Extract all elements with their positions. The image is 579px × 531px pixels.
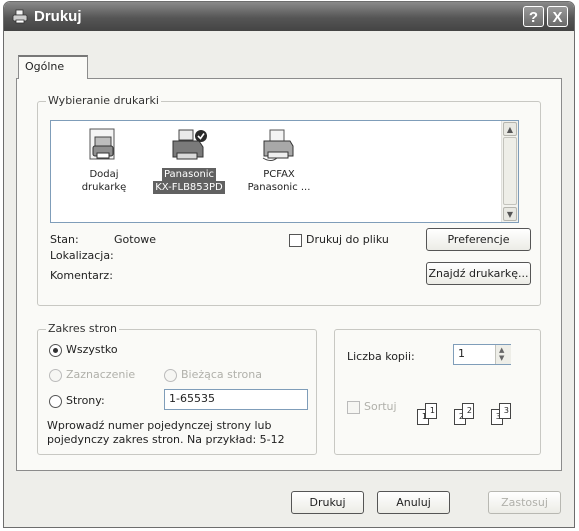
print-to-file-label[interactable]: Drukuj do pliku (306, 233, 389, 246)
print-to-file-checkbox[interactable] (289, 234, 302, 247)
copies-spinner[interactable]: ▲ ▼ (495, 345, 511, 364)
status-label: Stan: (50, 233, 79, 246)
range-current-page-label[interactable]: Bieżąca strona (181, 368, 262, 381)
spin-down-icon[interactable]: ▼ (499, 354, 504, 362)
general-tab-panel: Wybieranie drukarki Dodaj drukarkę Panas… (16, 78, 562, 471)
printer-list-scrollbar[interactable]: ▲ ▼ (501, 121, 518, 222)
printer-item-add[interactable]: Dodaj drukarkę (58, 127, 150, 194)
title-bar[interactable]: Drukuj ? X (4, 2, 574, 31)
printer-item-add-label: Dodaj drukarkę (81, 169, 127, 193)
printer-title-icon (12, 9, 28, 24)
find-printer-button[interactable]: Znajdź drukarkę... (426, 262, 531, 285)
add-printer-icon (89, 128, 115, 160)
collate-checkbox[interactable] (347, 401, 360, 414)
window-title: Drukuj (34, 8, 82, 25)
help-button[interactable]: ? (523, 6, 544, 27)
location-label: Lokalizacja: (50, 249, 114, 262)
scroll-thumb[interactable] (503, 137, 517, 205)
range-all-radio[interactable] (49, 344, 62, 357)
scroll-up-icon[interactable]: ▲ (503, 122, 517, 136)
collate-label[interactable]: Sortuj (364, 400, 397, 413)
status-value: Gotowe (114, 233, 157, 246)
copies-group: Liczba kopii: 1 ▲ ▼ Sortuj 1 1 2 2 3 3 (334, 329, 541, 455)
print-dialog: Drukuj ? X Ogólne Wybieranie drukarki Do… (3, 1, 575, 528)
printer-icon (262, 129, 294, 161)
cancel-button[interactable]: Anuluj (377, 491, 450, 514)
default-printer-icon (172, 129, 207, 160)
print-button[interactable]: Drukuj (291, 491, 364, 514)
page-range-group: Zakres stron Wszystko Zaznaczenie Bieżąc… (37, 322, 317, 455)
pages-input[interactable]: 1-65535 (164, 389, 308, 410)
range-all-label[interactable]: Wszystko (66, 343, 118, 356)
range-selection-label[interactable]: Zaznaczenie (66, 368, 135, 381)
copies-count-value: 1 (458, 347, 465, 360)
range-hint-line2: pojedynczy zakres stron. Na przykład: 5-… (47, 433, 285, 446)
printer-select-group: Wybieranie drukarki Dodaj drukarkę Panas… (37, 94, 541, 306)
apply-button[interactable]: Zastosuj (488, 491, 561, 514)
printer-select-group-label: Wybieranie drukarki (46, 94, 161, 107)
copies-count-label: Liczba kopii: (347, 350, 415, 363)
range-current-page-radio[interactable] (164, 369, 177, 382)
printer-item-panasonic-label: Panasonic KX-FLB853PD (153, 168, 225, 194)
range-hint-line1: Wprowadź numer pojedynczej strony lub (47, 419, 272, 432)
page-range-group-label: Zakres stron (46, 322, 119, 335)
close-button[interactable]: X (547, 6, 568, 27)
printer-item-pcfax[interactable]: PCFAX Panasonic ... (233, 127, 325, 194)
range-selection-radio[interactable] (49, 369, 62, 382)
spin-up-icon[interactable]: ▲ (499, 346, 504, 354)
printer-list[interactable]: Dodaj drukarkę Panasonic KX-FLB853PD PCF… (50, 120, 519, 223)
preferences-button[interactable]: Preferencje (426, 228, 531, 251)
printer-item-panasonic[interactable]: Panasonic KX-FLB853PD (143, 127, 235, 194)
range-pages-label[interactable]: Strony: (66, 394, 105, 407)
range-pages-radio[interactable] (49, 395, 62, 408)
comment-label: Komentarz: (50, 269, 113, 282)
printer-item-pcfax-label: PCFAX Panasonic ... (247, 169, 311, 193)
tab-general[interactable]: Ogólne (18, 55, 88, 79)
scroll-down-icon[interactable]: ▼ (503, 207, 517, 221)
